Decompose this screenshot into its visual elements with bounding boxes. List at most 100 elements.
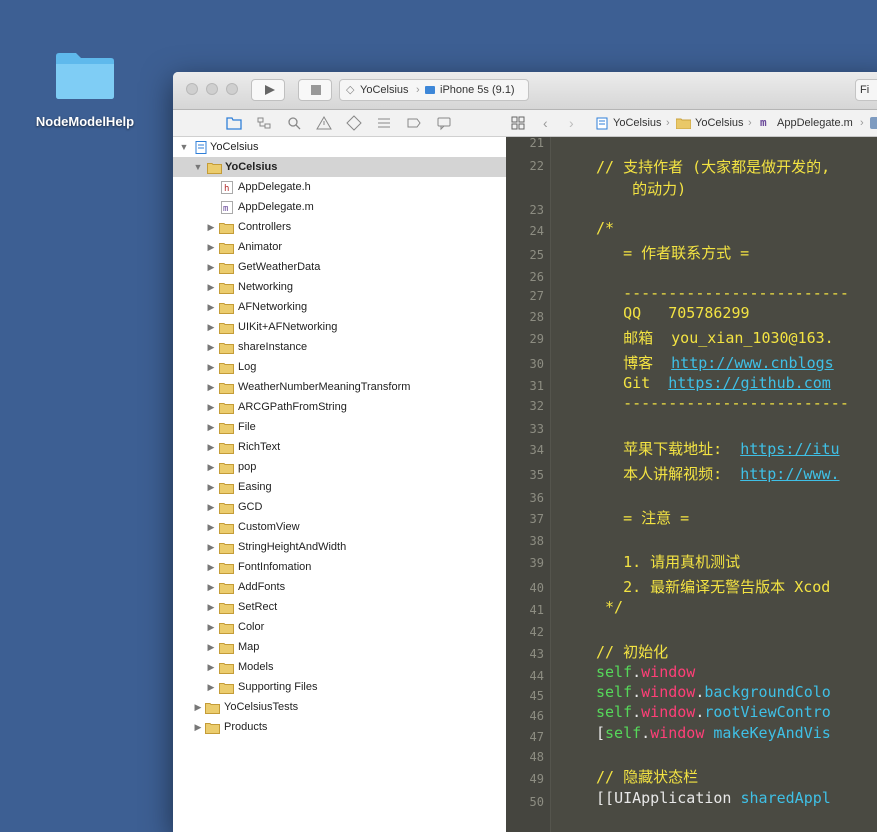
disclosure-closed-icon[interactable]: ▶ bbox=[206, 237, 216, 257]
search-icon[interactable] bbox=[286, 115, 302, 131]
disclosure-closed-icon[interactable]: ▶ bbox=[206, 657, 216, 677]
debug-navigator-icon[interactable] bbox=[376, 115, 392, 131]
disclosure-closed-icon[interactable]: ▶ bbox=[206, 517, 216, 537]
nav-folder-row[interactable]: ▶ Easing bbox=[173, 477, 506, 497]
disclosure-closed-icon[interactable]: ▶ bbox=[206, 537, 216, 557]
nav-folder-row[interactable]: ▶ UIKit+AFNetworking bbox=[173, 317, 506, 337]
nav-folder-row[interactable]: ▶ Animator bbox=[173, 237, 506, 257]
chevron-right-icon: › bbox=[416, 84, 420, 96]
header-file-icon: h bbox=[221, 181, 236, 194]
disclosure-closed-icon[interactable]: ▶ bbox=[206, 217, 216, 237]
project-navigator-icon[interactable] bbox=[226, 115, 242, 131]
back-arrow-icon[interactable]: ‹ bbox=[543, 110, 548, 136]
disclosure-closed-icon[interactable]: ▶ bbox=[206, 457, 216, 477]
nav-folder-row[interactable]: ▶ Models bbox=[173, 657, 506, 677]
nav-file-row[interactable]: m AppDelegate.m bbox=[173, 197, 506, 217]
line-number: 40 bbox=[529, 581, 544, 595]
nav-folder-row[interactable]: ▶ Log bbox=[173, 357, 506, 377]
desktop-folder[interactable]: NodeModelHelp bbox=[30, 50, 140, 129]
nav-folder-row[interactable]: ▶ File bbox=[173, 417, 506, 437]
jumpbar-item[interactable]: YoCelsius bbox=[695, 110, 744, 136]
disclosure-closed-icon[interactable]: ▶ bbox=[206, 397, 216, 417]
nav-folder-row[interactable]: ▶ AFNetworking bbox=[173, 297, 506, 317]
symbol-navigator-icon[interactable] bbox=[256, 115, 272, 131]
nav-folder-row[interactable]: ▶ AddFonts bbox=[173, 577, 506, 597]
warning-icon[interactable] bbox=[316, 115, 332, 131]
nav-folder-row[interactable]: ▶ FontInfomation bbox=[173, 557, 506, 577]
nav-folder-row[interactable]: ▶ Color bbox=[173, 617, 506, 637]
disclosure-closed-icon[interactable]: ▶ bbox=[206, 597, 216, 617]
line-number: 44 bbox=[529, 669, 544, 683]
nav-folder-row[interactable]: ▶ SetRect bbox=[173, 597, 506, 617]
disclosure-closed-icon[interactable]: ▶ bbox=[206, 297, 216, 317]
disclosure-closed-icon[interactable]: ▶ bbox=[206, 417, 216, 437]
code-line: 邮箱 you_xian_1030@163. bbox=[596, 329, 834, 347]
disclosure-closed-icon[interactable]: ▶ bbox=[206, 357, 216, 377]
disclosure-closed-icon[interactable]: ▶ bbox=[193, 697, 203, 717]
nav-folder-row[interactable]: ▶ Controllers bbox=[173, 217, 506, 237]
disclosure-open-icon[interactable]: ▼ bbox=[193, 157, 203, 177]
nav-folder-row[interactable]: ▶ Supporting Files bbox=[173, 677, 506, 697]
nav-folder-row-label: FontInfomation bbox=[238, 561, 312, 573]
nav-group-row[interactable]: ▼ YoCelsius bbox=[173, 157, 506, 177]
nav-folder-row-label: GCD bbox=[238, 501, 263, 513]
nav-folder-row[interactable]: ▶ GCD bbox=[173, 497, 506, 517]
nav-file-row[interactable]: h AppDelegate.h bbox=[173, 177, 506, 197]
run-button[interactable] bbox=[251, 79, 285, 101]
disclosure-closed-icon[interactable]: ▶ bbox=[206, 557, 216, 577]
disclosure-closed-icon[interactable]: ▶ bbox=[206, 317, 216, 337]
nav-folder-row[interactable]: ▶ RichText bbox=[173, 437, 506, 457]
disclosure-closed-icon[interactable]: ▶ bbox=[206, 497, 216, 517]
url-link[interactable]: https://github.com bbox=[668, 374, 831, 392]
related-items-icon[interactable] bbox=[511, 116, 525, 130]
close-window-button[interactable] bbox=[186, 83, 198, 95]
nav-group-row[interactable]: ▶ YoCelsiusTests bbox=[173, 697, 506, 717]
minimize-window-button[interactable] bbox=[206, 83, 218, 95]
disclosure-closed-icon[interactable]: ▶ bbox=[206, 377, 216, 397]
scheme-selector[interactable]: ◇ YoCelsius › iPhone 5s (9.1) bbox=[339, 79, 529, 101]
disclosure-closed-icon[interactable]: ▶ bbox=[206, 637, 216, 657]
disclosure-closed-icon[interactable]: ▶ bbox=[206, 677, 216, 697]
nav-folder-row[interactable]: ▶ WeatherNumberMeaningTransform bbox=[173, 377, 506, 397]
disclosure-closed-icon[interactable]: ▶ bbox=[206, 257, 216, 277]
nav-folder-row[interactable]: ▶ GetWeatherData bbox=[173, 257, 506, 277]
url-link[interactable]: https://itu bbox=[740, 440, 839, 458]
stop-button[interactable] bbox=[298, 79, 332, 101]
nav-folder-row[interactable]: ▶ Networking bbox=[173, 277, 506, 297]
disclosure-closed-icon[interactable]: ▶ bbox=[206, 277, 216, 297]
jumpbar-item[interactable]: AppDelegate.m bbox=[777, 110, 853, 136]
url-link[interactable]: http://www. bbox=[740, 465, 839, 483]
play-icon bbox=[265, 85, 275, 95]
breakpoint-icon[interactable] bbox=[406, 115, 422, 131]
url-link[interactable]: http://www.cnblogs bbox=[671, 354, 834, 372]
forward-arrow-icon[interactable]: › bbox=[569, 110, 574, 136]
nav-folder-row[interactable]: ▶ pop bbox=[173, 457, 506, 477]
report-navigator-icon[interactable] bbox=[436, 115, 452, 131]
nav-group-row[interactable]: ▶ Products bbox=[173, 717, 506, 737]
zoom-window-button[interactable] bbox=[226, 83, 238, 95]
nav-folder-row[interactable]: ▶ shareInstance bbox=[173, 337, 506, 357]
nav-folder-row[interactable]: ▶ ARCGPathFromString bbox=[173, 397, 506, 417]
implementation-file-icon: m bbox=[221, 201, 236, 214]
jump-bar: ‹ › YoCelsius › YoCelsius › m AppDelegat… bbox=[506, 110, 877, 137]
nav-project-row[interactable]: ▼ YoCelsius bbox=[173, 137, 506, 157]
nav-folder-row[interactable]: ▶ Map bbox=[173, 637, 506, 657]
code-line: self.window.rootViewContro bbox=[596, 703, 831, 721]
disclosure-closed-icon[interactable]: ▶ bbox=[206, 617, 216, 637]
nav-folder-row[interactable]: ▶ CustomView bbox=[173, 517, 506, 537]
test-navigator-icon[interactable] bbox=[346, 115, 362, 131]
disclosure-closed-icon[interactable]: ▶ bbox=[206, 437, 216, 457]
disclosure-closed-icon[interactable]: ▶ bbox=[206, 577, 216, 597]
nav-folder-row[interactable]: ▶ StringHeightAndWidth bbox=[173, 537, 506, 557]
disclosure-closed-icon[interactable]: ▶ bbox=[206, 477, 216, 497]
nav-folder-row-label: Color bbox=[238, 621, 265, 633]
jumpbar-item[interactable]: YoCelsius bbox=[613, 110, 662, 136]
line-number: 35 bbox=[529, 468, 544, 482]
disclosure-closed-icon[interactable]: ▶ bbox=[193, 717, 203, 737]
disclosure-closed-icon[interactable]: ▶ bbox=[206, 337, 216, 357]
line-number: 36 bbox=[529, 491, 544, 505]
code-editor[interactable]: 21 22 23 24 25 26 27 28 29 30 31 32 33 34 35 36 37 38 39 40… bbox=[506, 136, 877, 832]
disclosure-open-icon[interactable]: ▼ bbox=[179, 137, 189, 157]
code-line: [self.window makeKeyAndVis bbox=[596, 724, 831, 742]
folder-icon bbox=[207, 161, 222, 174]
